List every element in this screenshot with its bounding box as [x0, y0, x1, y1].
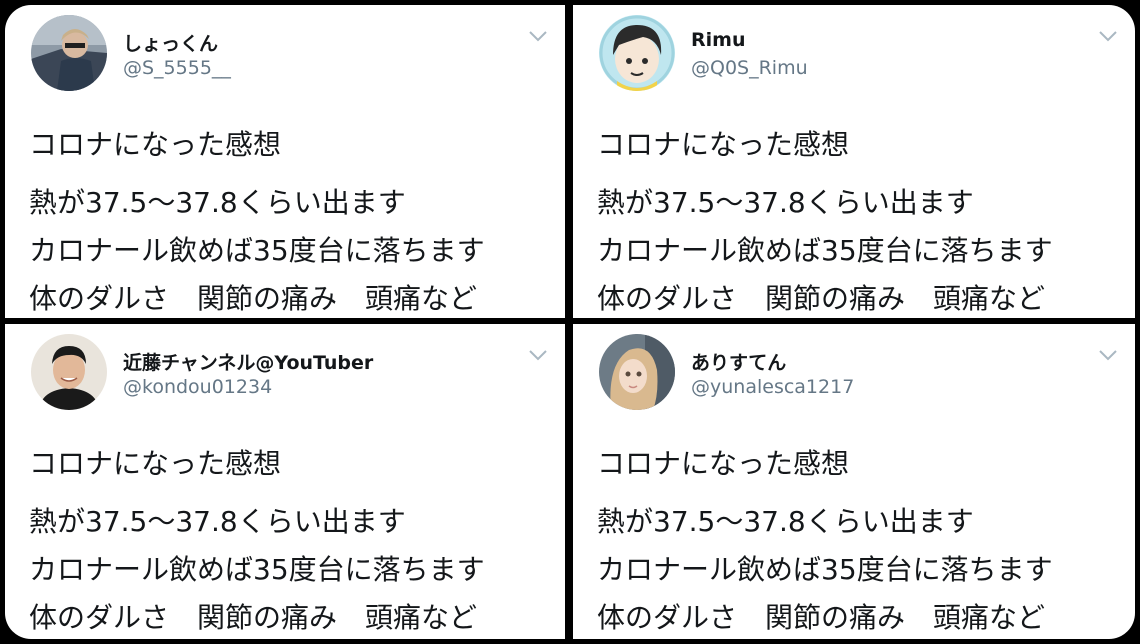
avatar[interactable] [31, 15, 107, 91]
tweet-card[interactable]: ありすてん @yunalesca1217 コロナになった感想 熱が37.5〜37… [573, 324, 1135, 639]
tweet-text: コロナになった感想 熱が37.5〜37.8くらい出ます カロナール飲めば35度台… [29, 442, 557, 639]
tweet-text: コロナになった感想 熱が37.5〜37.8くらい出ます カロナール飲めば35度台… [29, 123, 557, 318]
tweet-line: コロナになった感想 [597, 128, 850, 161]
chevron-down-icon[interactable] [527, 27, 549, 45]
avatar[interactable] [599, 15, 675, 91]
tweet-line: コロナになった感想 [29, 447, 282, 480]
avatar[interactable] [31, 334, 107, 410]
avatar-photo-portrait [599, 334, 675, 410]
tweet-line: カロナール飲めば35度台に落ちます [29, 553, 485, 586]
tweet-grid: しょっくん @S_5555__ コロナになった感想 熱が37.5〜37.8くらい… [0, 0, 1140, 644]
tweet-line: 熱が37.5〜37.8くらい出ます [597, 505, 974, 538]
tweet-line: コロナになった感想 [597, 447, 850, 480]
tweet-text: コロナになった感想 熱が37.5〜37.8くらい出ます カロナール飲めば35度台… [597, 123, 1127, 318]
tweet-text: コロナになった感想 熱が37.5〜37.8くらい出ます カロナール飲めば35度台… [597, 442, 1127, 639]
display-name[interactable]: ありすてん [691, 348, 786, 375]
tweet-line: 熱が37.5〜37.8くらい出ます [597, 186, 974, 219]
tweet-line: カロナール飲めば35度台に落ちます [597, 553, 1053, 586]
avatar-photo-portrait [31, 334, 107, 410]
tweet-line: カロナール飲めば35度台に落ちます [597, 234, 1053, 267]
tweet-line: 熱が37.5〜37.8くらい出ます [29, 186, 406, 219]
chevron-down-icon[interactable] [1097, 27, 1119, 45]
display-name[interactable]: 近藤チャンネル@YouTuber [123, 348, 373, 375]
tweet-line: 体のダルさ 関節の痛み 頭痛など [29, 282, 478, 315]
tweet-card[interactable]: 近藤チャンネル@YouTuber @kondou01234 コロナになった感想 … [5, 324, 565, 639]
user-handle[interactable]: @Q0S_Rimu [691, 57, 808, 79]
display-name[interactable]: Rimu [691, 29, 745, 51]
tweet-line: 体のダルさ 関節の痛み 頭痛など [597, 282, 1046, 315]
tweet-line: カロナール飲めば35度台に落ちます [29, 234, 485, 267]
chevron-down-icon[interactable] [1097, 346, 1119, 364]
avatar[interactable] [599, 334, 675, 410]
avatar-photo-car-selfie [31, 15, 107, 91]
tweet-card[interactable]: Rimu @Q0S_Rimu コロナになった感想 熱が37.5〜37.8くらい出… [573, 5, 1135, 318]
chevron-down-icon[interactable] [527, 346, 549, 364]
tweet-line: 熱が37.5〜37.8くらい出ます [29, 505, 406, 538]
display-name[interactable]: しょっくん [123, 29, 218, 56]
user-handle[interactable]: @yunalesca1217 [691, 376, 854, 398]
user-handle[interactable]: @kondou01234 [123, 376, 272, 398]
tweet-line: 体のダルさ 関節の痛み 頭痛など [597, 601, 1046, 634]
tweet-card[interactable]: しょっくん @S_5555__ コロナになった感想 熱が37.5〜37.8くらい… [5, 5, 565, 318]
user-handle[interactable]: @S_5555__ [123, 57, 231, 79]
tweet-line: 体のダルさ 関節の痛み 頭痛など [29, 601, 478, 634]
avatar-illustration [599, 15, 675, 91]
tweet-line: コロナになった感想 [29, 128, 282, 161]
